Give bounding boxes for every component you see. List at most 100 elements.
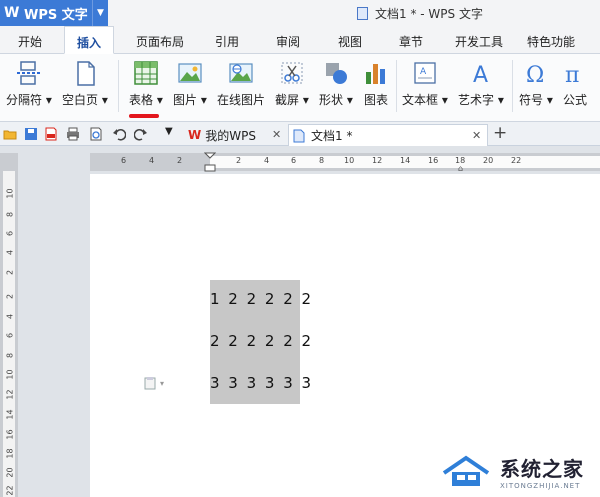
ruler-tick: 10 xyxy=(5,188,15,199)
tab-references[interactable]: 引用 xyxy=(215,33,239,50)
ruler-tick: 4 xyxy=(5,313,15,320)
close-icon[interactable]: ✕ xyxy=(472,129,481,142)
ruler-tick: 22 xyxy=(5,485,15,496)
chevron-down-icon[interactable]: ▼ xyxy=(92,0,108,26)
close-icon[interactable]: ✕ xyxy=(272,128,281,141)
shapes-icon xyxy=(323,60,349,86)
wps-logo-icon: W xyxy=(4,5,20,21)
ruler-tick: 8 xyxy=(5,352,15,359)
tab-review[interactable]: 审阅 xyxy=(276,33,300,50)
svg-text:A: A xyxy=(420,67,427,77)
ribbon-divider xyxy=(118,60,119,112)
word-art-icon: A xyxy=(468,60,494,86)
add-tab-button[interactable]: + xyxy=(493,123,507,143)
tab-section[interactable]: 章节 xyxy=(399,33,423,50)
text-box-button[interactable]: A 文本框 ▾ xyxy=(402,60,448,108)
shape-button[interactable]: 形状 ▾ xyxy=(319,60,353,108)
page-break-button[interactable]: 分隔符 ▾ xyxy=(6,60,52,108)
blank-page-button[interactable]: 空白页 ▾ xyxy=(62,60,108,108)
symbol-button[interactable]: Ω 符号 ▾ xyxy=(519,60,553,108)
tab-my-wps-label: 我的WPS xyxy=(205,128,256,143)
text-line[interactable]: 3 3 3 3 3 3 xyxy=(210,374,313,392)
ruler-tick: 10 xyxy=(344,156,355,165)
ruler-tick: 4 xyxy=(149,156,155,165)
tab-start[interactable]: 开始 xyxy=(18,33,42,50)
omega-icon: Ω xyxy=(523,60,549,86)
ruler-tick: 22 xyxy=(511,156,522,165)
svg-text:Ω: Ω xyxy=(526,63,544,86)
screenshot-label: 截屏 ▾ xyxy=(275,93,309,107)
ribbon-divider xyxy=(512,60,513,112)
chart-label: 图表 xyxy=(363,93,388,107)
ruler-tick: 14 xyxy=(400,156,411,165)
online-picture-button[interactable]: 在线图片 xyxy=(217,60,265,108)
wps-logo-icon: W xyxy=(188,128,202,142)
pdf-icon[interactable] xyxy=(44,127,58,141)
word-art-button[interactable]: A 艺术字 ▾ xyxy=(458,60,504,108)
save-icon[interactable] xyxy=(24,127,38,141)
print-icon[interactable] xyxy=(66,127,80,141)
watermark-cn: 系统之家 xyxy=(500,457,584,481)
tab-view[interactable]: 视图 xyxy=(338,33,362,50)
svg-text:A: A xyxy=(473,63,488,86)
text-line[interactable]: 2 2 2 2 2 2 xyxy=(210,332,313,350)
ruler-tick: 12 xyxy=(372,156,383,165)
text-box-label: 文本框 ▾ xyxy=(402,93,448,107)
app-menu-button[interactable]: W WPS 文字 ▼ xyxy=(0,0,108,26)
window-title-text: 文档1 * - WPS 文字 xyxy=(375,7,483,21)
app-name: WPS 文字 xyxy=(24,7,88,23)
ruler-tick: 2 xyxy=(5,293,15,300)
tab-my-wps[interactable]: W 我的WPS ✕ xyxy=(184,124,284,146)
text-line[interactable]: 1 2 2 2 2 2 xyxy=(210,290,313,308)
redo-icon[interactable] xyxy=(134,127,148,141)
tab-developer[interactable]: 开发工具 xyxy=(455,33,503,50)
formula-label: 公式 xyxy=(562,93,587,107)
ruler-tick: 16 xyxy=(428,156,439,165)
ruler-tick: 18 xyxy=(5,448,15,459)
tab-document[interactable]: 文档1 * ✕ xyxy=(288,124,488,146)
ruler-tick: 12 xyxy=(5,389,15,400)
ruler-tick: 6 xyxy=(121,156,127,165)
tab-document-label: 文档1 * xyxy=(311,129,353,143)
open-folder-icon[interactable] xyxy=(3,127,17,141)
picture-label: 图片 ▾ xyxy=(173,93,207,107)
picture-button[interactable]: 图片 ▾ xyxy=(173,60,207,108)
tab-page-layout[interactable]: 页面布局 xyxy=(136,33,184,50)
menu-bar: 开始 插入 页面布局 引用 审阅 视图 章节 开发工具 特色功能 xyxy=(0,26,600,54)
screenshot-button[interactable]: 截屏 ▾ xyxy=(275,60,309,108)
table-button[interactable]: 表格 ▾ xyxy=(129,60,163,108)
ribbon-divider xyxy=(396,60,397,112)
tab-special[interactable]: 特色功能 xyxy=(527,33,575,50)
tab-insert[interactable]: 插入 xyxy=(64,26,115,54)
vertical-ruler[interactable]: 10 8 6 4 2 2 4 6 8 10 12 14 16 18 20 22 xyxy=(0,153,18,497)
chevron-down-icon[interactable]: ▼ xyxy=(165,126,179,140)
word-art-label: 艺术字 ▾ xyxy=(458,93,504,107)
ruler-tick: 20 xyxy=(5,467,15,478)
chart-button[interactable]: 图表 xyxy=(363,60,389,108)
print-preview-icon[interactable] xyxy=(89,127,103,141)
window-title: 文档1 * - WPS 文字 xyxy=(357,5,483,22)
formula-button[interactable]: π 公式 xyxy=(562,60,588,108)
page-break-icon xyxy=(16,60,42,86)
paste-options-icon[interactable]: ▾ xyxy=(143,376,167,390)
ruler-tick: 10 xyxy=(5,369,15,380)
horizontal-ruler[interactable]: 6 4 2 2 4 6 8 10 12 14 16 18 20 22 ⌂ xyxy=(90,152,600,173)
ruler-tick: 8 xyxy=(5,211,15,218)
text-box-icon: A xyxy=(412,60,438,86)
online-picture-label: 在线图片 xyxy=(217,93,266,107)
tab-stop-icon[interactable]: ⌂ xyxy=(458,164,463,173)
indent-marker-icon[interactable] xyxy=(204,152,216,172)
shape-label: 形状 ▾ xyxy=(319,93,353,107)
house-logo-icon xyxy=(442,455,490,486)
bar-chart-icon xyxy=(363,60,389,86)
page-break-label: 分隔符 ▾ xyxy=(6,93,52,107)
ruler-tick: 2 xyxy=(177,156,183,165)
blank-page-icon xyxy=(72,60,98,86)
undo-icon[interactable] xyxy=(112,127,126,141)
ruler-tick: 16 xyxy=(5,429,15,440)
ruler-tick: 20 xyxy=(483,156,494,165)
ruler-tick: 2 xyxy=(236,156,242,165)
document-tab-bar: ▼ W 我的WPS ✕ 文档1 * ✕ + xyxy=(0,122,600,146)
svg-text:π: π xyxy=(565,63,579,86)
watermark-en: XITONGZHIJIA.NET xyxy=(500,482,581,490)
